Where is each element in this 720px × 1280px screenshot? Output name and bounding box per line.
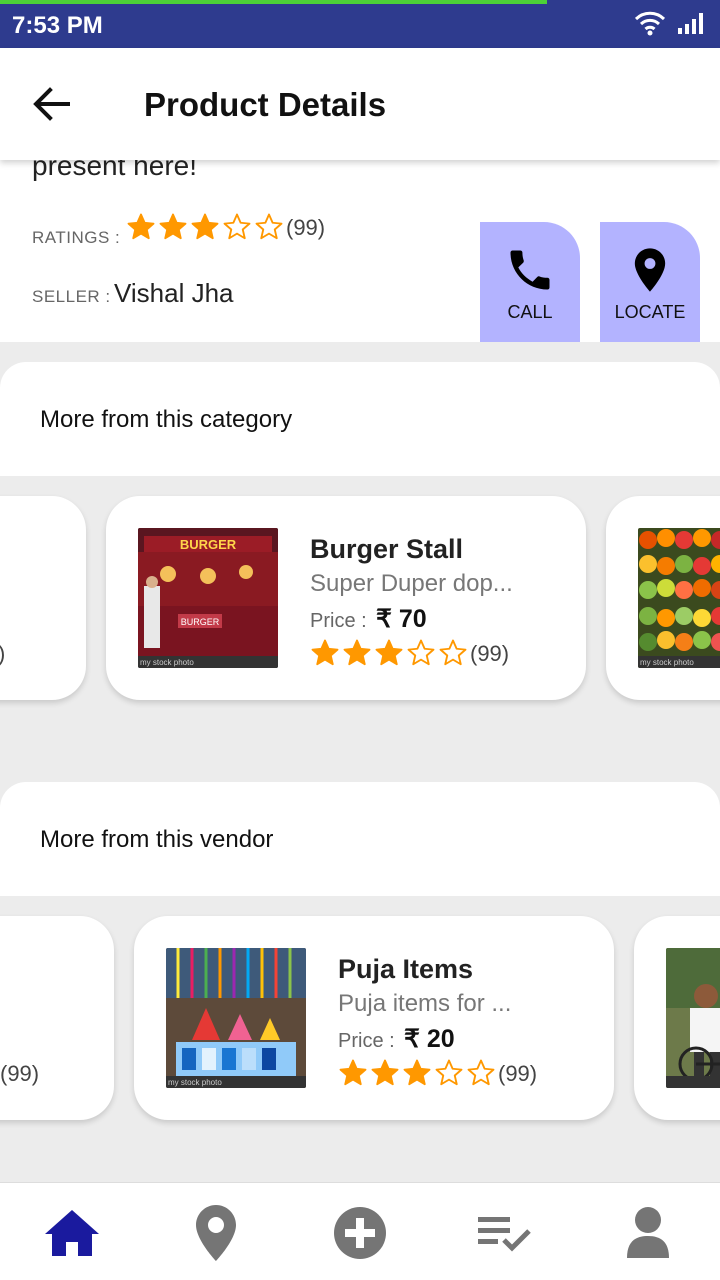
star-filled-icon [311,639,339,666]
star-filled-icon [127,213,155,240]
category-section-title: More from this category [40,406,293,433]
call-button[interactable]: CALL [480,222,580,342]
home-icon [45,1210,99,1256]
rating-count: ) [0,641,5,667]
back-button[interactable] [30,84,74,124]
locate-label: LOCATE [614,302,686,322]
ratings-label: RATINGS : [32,228,121,247]
star-empty-icon [467,1059,495,1086]
rating-count: (99) [470,641,510,666]
star-empty-icon [439,639,467,666]
star-empty-icon [435,1059,463,1086]
product-title: Puja Items [338,954,474,984]
rating-count: (99) [498,1061,538,1086]
svg-text:BURGER: BURGER [181,617,220,627]
product-card-burger-stall[interactable]: BURGER BURGER my stock photo Burger Stal… [106,496,586,700]
call-label: CALL [507,302,553,322]
vendor-section-title: More from this vendor [40,826,274,853]
product-card-peek-right[interactable] [634,916,720,1120]
location-icon [196,1205,236,1261]
phone-icon [510,250,550,290]
product-rating-stars [126,212,284,242]
status-icons [634,10,708,36]
product-image [666,948,720,1088]
wifi-icon [634,11,666,36]
product-rating-stars [310,638,468,668]
add-icon [334,1207,386,1259]
product-card-peek-left[interactable]: (99) [0,916,114,1120]
product-rating-count: (99) [286,215,326,240]
star-filled-icon [371,1059,399,1086]
product-card-peek-right[interactable]: my stock photo [606,496,720,700]
nav-add[interactable] [330,1203,390,1263]
seller-name: Vishal Jha [114,278,234,308]
category-section-header: More from this category [0,362,720,476]
seller-label: SELLER : [32,287,111,306]
profile-icon [627,1207,669,1258]
arrow-back-icon [33,87,70,121]
product-description: Puja items for ... [338,990,512,1017]
signal-icon [678,13,703,34]
nav-location[interactable] [186,1203,246,1263]
star-filled-icon [191,213,219,240]
product-card-puja-items[interactable]: my stock photo Puja Items Puja items for… [134,916,614,1120]
star-empty-icon [223,213,251,240]
locate-button[interactable]: LOCATE [600,222,700,342]
product-card-peek-left[interactable]: ) [0,496,86,700]
star-filled-icon [159,213,187,240]
nav-orders[interactable] [474,1203,534,1263]
nav-profile[interactable] [618,1203,678,1263]
bottom-navigation [0,1182,720,1280]
vendor-carousel[interactable]: (99) my stock photo Puja Items Puja item… [0,896,720,1182]
list-check-icon [478,1217,531,1252]
status-bar: 7:53 PM [0,0,720,48]
price-label: Price : [338,1030,395,1052]
svg-text:BURGER: BURGER [180,537,237,552]
svg-text:my stock photo: my stock photo [168,1078,222,1087]
star-empty-icon [407,639,435,666]
star-filled-icon [339,1059,367,1086]
star-filled-icon [403,1059,431,1086]
page-load-progress [0,0,547,4]
price-label: Price : [310,610,367,632]
svg-text:my stock photo: my stock photo [140,658,194,667]
category-carousel[interactable]: ) BURGER BURGER my stock photo Bur [0,476,720,762]
product-description: Super Duper dop... [310,570,513,597]
product-description: present here! [32,160,197,181]
svg-text:my stock photo: my stock photo [640,658,694,667]
status-time: 7:53 PM [12,12,103,39]
page-title: Product Details [144,86,387,123]
app-bar: Product Details [0,48,720,160]
vendor-section-header: More from this vendor [0,782,720,896]
nav-home[interactable] [42,1203,102,1263]
product-image: my stock photo [166,948,306,1088]
star-filled-icon [343,639,371,666]
star-filled-icon [375,639,403,666]
product-title: Burger Stall [310,534,464,564]
star-empty-icon [255,213,283,240]
location-pin-icon [634,248,666,292]
product-image: my stock photo [638,528,720,668]
product-rating-stars [338,1058,496,1088]
price-value: ₹ 20 [404,1025,455,1053]
product-image: BURGER BURGER my stock photo [138,528,278,668]
rating-count: (99) [0,1061,40,1086]
price-value: ₹ 70 [376,605,427,633]
